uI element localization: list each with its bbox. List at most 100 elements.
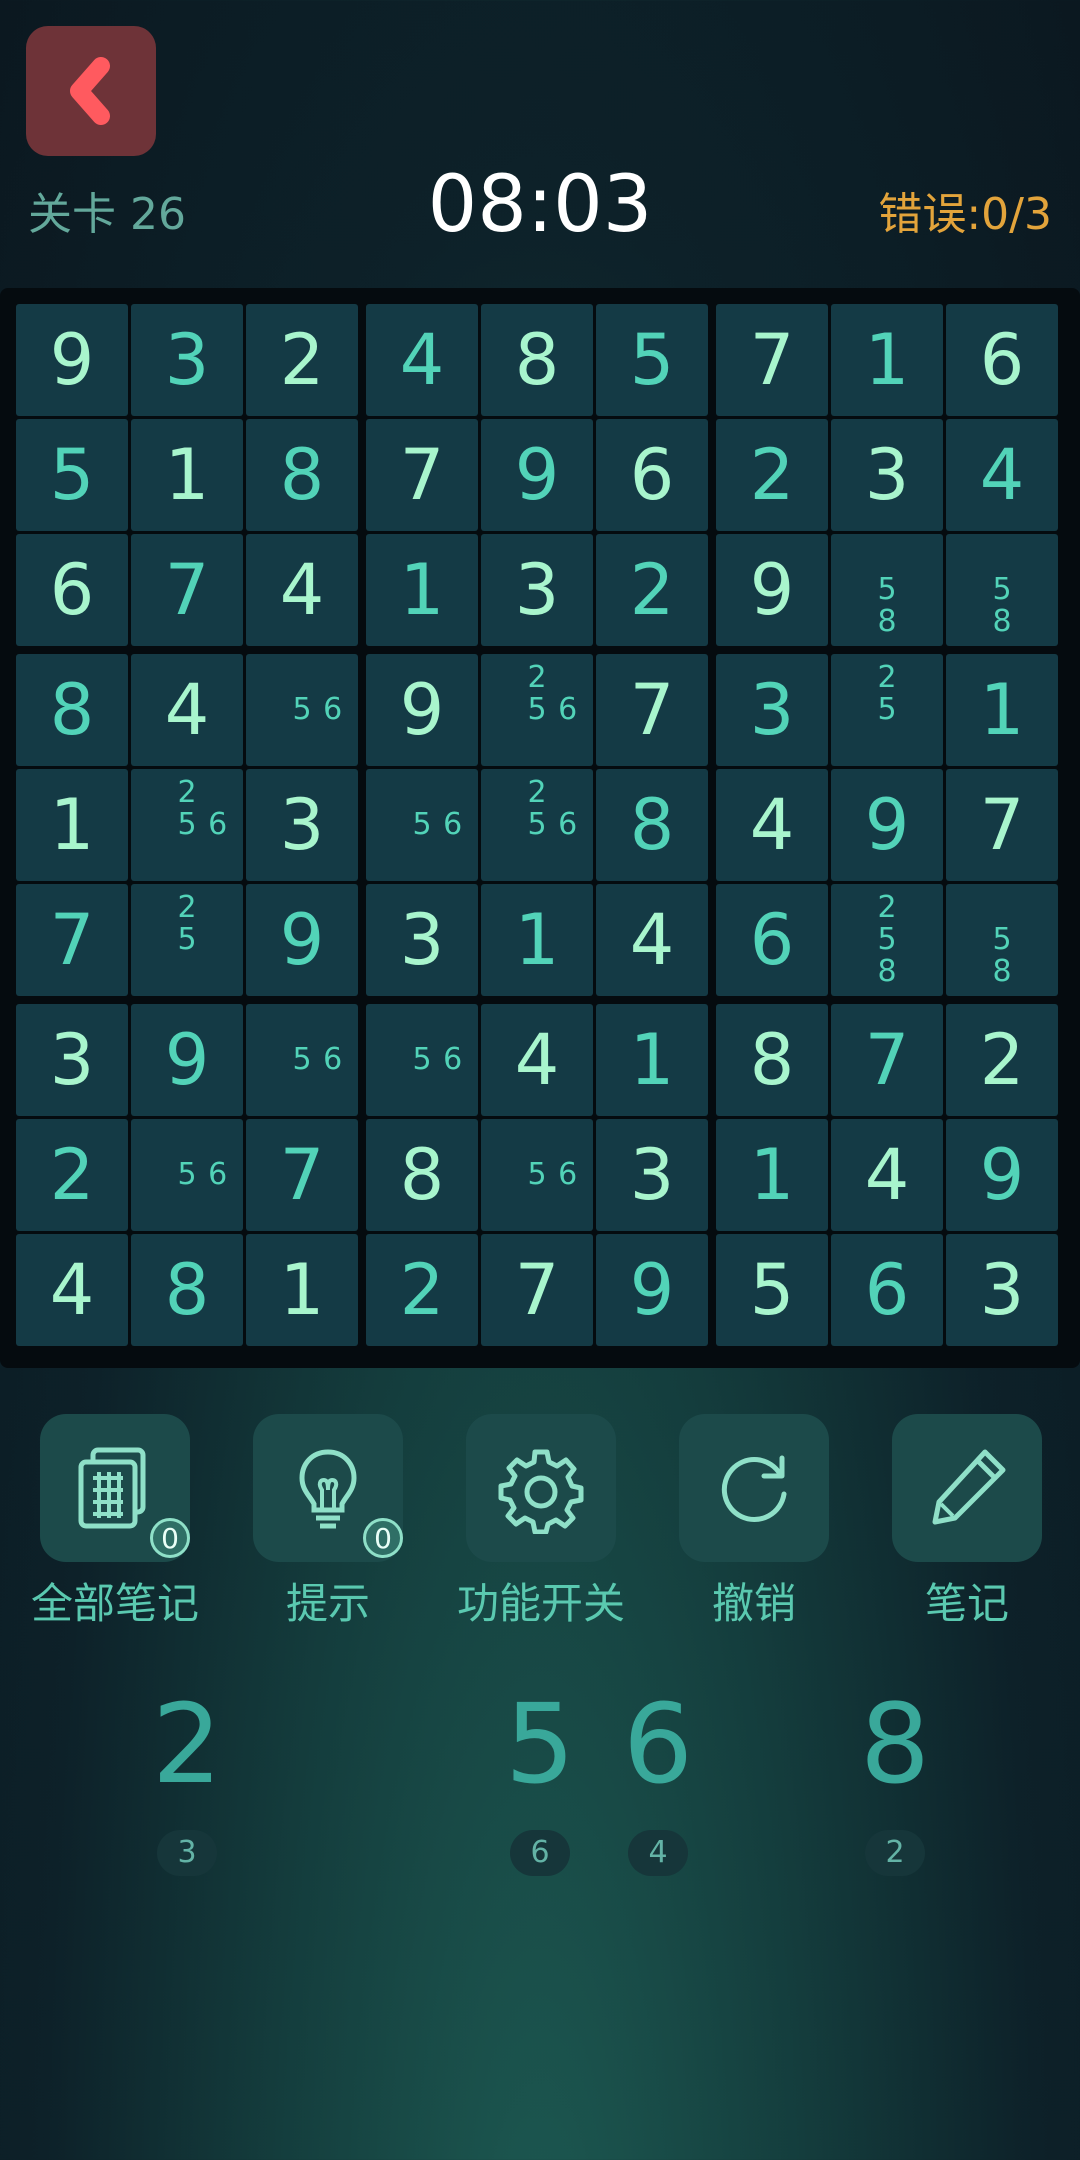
cell-value: 7 <box>864 1019 910 1101</box>
digit-button-8[interactable]: 8 <box>840 1680 950 1808</box>
cell-r2-c3[interactable]: 8 <box>246 419 358 531</box>
cell-r5-c3[interactable]: 3 <box>246 769 358 881</box>
cell-r8-c3[interactable]: 7 <box>246 1119 358 1231</box>
cell-r9-c9[interactable]: 3 <box>946 1234 1058 1346</box>
undo-button[interactable] <box>679 1414 829 1562</box>
digit-button-6[interactable]: 6 <box>603 1680 713 1808</box>
cell-r9-c8[interactable]: 6 <box>831 1234 943 1346</box>
cell-r4-c2[interactable]: 4 <box>131 654 243 766</box>
cell-r8-c1[interactable]: 2 <box>16 1119 128 1231</box>
cell-r9-c2[interactable]: 8 <box>131 1234 243 1346</box>
back-button[interactable] <box>26 26 156 156</box>
cell-r2-c1[interactable]: 5 <box>16 419 128 531</box>
cell-r8-c5[interactable]: 56 <box>481 1119 593 1231</box>
cell-r5-c5[interactable]: 256 <box>481 769 593 881</box>
cell-r1-c2[interactable]: 3 <box>131 304 243 416</box>
settings-button[interactable] <box>466 1414 616 1562</box>
cell-r8-c8[interactable]: 4 <box>831 1119 943 1231</box>
cell-r1-c3[interactable]: 2 <box>246 304 358 416</box>
cell-r5-c2[interactable]: 256 <box>131 769 243 881</box>
cell-r9-c5[interactable]: 7 <box>481 1234 593 1346</box>
cell-r7-c7[interactable]: 8 <box>716 1004 828 1116</box>
cell-r6-c3[interactable]: 9 <box>246 884 358 996</box>
cell-r8-c9[interactable]: 9 <box>946 1119 1058 1231</box>
cell-r8-c7[interactable]: 1 <box>716 1119 828 1231</box>
cell-r6-c4[interactable]: 3 <box>366 884 478 996</box>
cell-r1-c6[interactable]: 5 <box>596 304 708 416</box>
cell-r7-c3[interactable]: 56 <box>246 1004 358 1116</box>
cell-r5-c4[interactable]: 56 <box>366 769 478 881</box>
cell-r3-c2[interactable]: 7 <box>131 534 243 646</box>
note-digit: 2 <box>177 775 197 810</box>
cell-r1-c7[interactable]: 7 <box>716 304 828 416</box>
cell-r3-c4[interactable]: 1 <box>366 534 478 646</box>
undo-icon <box>721 1455 787 1522</box>
cell-r1-c8[interactable]: 1 <box>831 304 943 416</box>
cell-r2-c5[interactable]: 9 <box>481 419 593 531</box>
note-digit: 6 <box>558 807 578 842</box>
cell-r6-c6[interactable]: 4 <box>596 884 708 996</box>
cell-r2-c4[interactable]: 7 <box>366 419 478 531</box>
cell-r8-c4[interactable]: 8 <box>366 1119 478 1231</box>
cell-r4-c7[interactable]: 3 <box>716 654 828 766</box>
cell-r3-c5[interactable]: 3 <box>481 534 593 646</box>
cell-r5-c6[interactable]: 8 <box>596 769 708 881</box>
cell-r9-c3[interactable]: 1 <box>246 1234 358 1346</box>
cell-r1-c1[interactable]: 9 <box>16 304 128 416</box>
cell-r1-c4[interactable]: 4 <box>366 304 478 416</box>
cell-r6-c9[interactable]: 58 <box>946 884 1058 996</box>
cell-r4-c5[interactable]: 256 <box>481 654 593 766</box>
cell-r3-c7[interactable]: 9 <box>716 534 828 646</box>
cell-r7-c4[interactable]: 56 <box>366 1004 478 1116</box>
cell-r7-c2[interactable]: 9 <box>131 1004 243 1116</box>
notes-mode-button[interactable] <box>892 1414 1042 1562</box>
cell-r5-c8[interactable]: 9 <box>831 769 943 881</box>
cell-r2-c9[interactable]: 4 <box>946 419 1058 531</box>
cell-r3-c1[interactable]: 6 <box>16 534 128 646</box>
cell-r6-c5[interactable]: 1 <box>481 884 593 996</box>
cell-r4-c4[interactable]: 9 <box>366 654 478 766</box>
cell-r9-c7[interactable]: 5 <box>716 1234 828 1346</box>
cell-r2-c6[interactable]: 6 <box>596 419 708 531</box>
cell-r3-c8[interactable]: 58 <box>831 534 943 646</box>
note-digit: 5 <box>527 807 547 842</box>
cell-r5-c7[interactable]: 4 <box>716 769 828 881</box>
cell-r4-c3[interactable]: 56 <box>246 654 358 766</box>
cell-r7-c1[interactable]: 3 <box>16 1004 128 1116</box>
cell-r7-c9[interactable]: 2 <box>946 1004 1058 1116</box>
digit-button-5[interactable]: 5 <box>485 1680 595 1808</box>
cell-r9-c1[interactable]: 4 <box>16 1234 128 1346</box>
cell-r4-c9[interactable]: 1 <box>946 654 1058 766</box>
cell-r6-c8[interactable]: 258 <box>831 884 943 996</box>
cell-value: 8 <box>399 1134 445 1216</box>
cell-r6-c2[interactable]: 25 <box>131 884 243 996</box>
cell-r9-c6[interactable]: 9 <box>596 1234 708 1346</box>
cell-r4-c1[interactable]: 8 <box>16 654 128 766</box>
cell-r2-c7[interactable]: 2 <box>716 419 828 531</box>
cell-r3-c3[interactable]: 4 <box>246 534 358 646</box>
cell-r6-c1[interactable]: 7 <box>16 884 128 996</box>
cell-r5-c9[interactable]: 7 <box>946 769 1058 881</box>
cell-r8-c2[interactable]: 56 <box>131 1119 243 1231</box>
cell-r3-c6[interactable]: 2 <box>596 534 708 646</box>
cell-r5-c1[interactable]: 1 <box>16 769 128 881</box>
cell-value: 6 <box>864 1249 910 1331</box>
cell-r4-c6[interactable]: 7 <box>596 654 708 766</box>
cell-r1-c5[interactable]: 8 <box>481 304 593 416</box>
cell-r6-c7[interactable]: 6 <box>716 884 828 996</box>
all-notes-button[interactable]: 0 <box>40 1414 190 1562</box>
cell-r9-c4[interactable]: 2 <box>366 1234 478 1346</box>
cell-r2-c8[interactable]: 3 <box>831 419 943 531</box>
cell-r1-c9[interactable]: 6 <box>946 304 1058 416</box>
cell-value: 4 <box>164 669 210 751</box>
cell-r4-c8[interactable]: 25 <box>831 654 943 766</box>
cell-r7-c8[interactable]: 7 <box>831 1004 943 1116</box>
cell-r2-c2[interactable]: 1 <box>131 419 243 531</box>
cell-r3-c9[interactable]: 58 <box>946 534 1058 646</box>
cell-r8-c6[interactable]: 3 <box>596 1119 708 1231</box>
hint-button[interactable]: 0 <box>253 1414 403 1562</box>
cell-r7-c5[interactable]: 4 <box>481 1004 593 1116</box>
note-digit: 5 <box>877 572 897 607</box>
cell-r7-c6[interactable]: 1 <box>596 1004 708 1116</box>
digit-button-2[interactable]: 2 <box>132 1680 242 1808</box>
